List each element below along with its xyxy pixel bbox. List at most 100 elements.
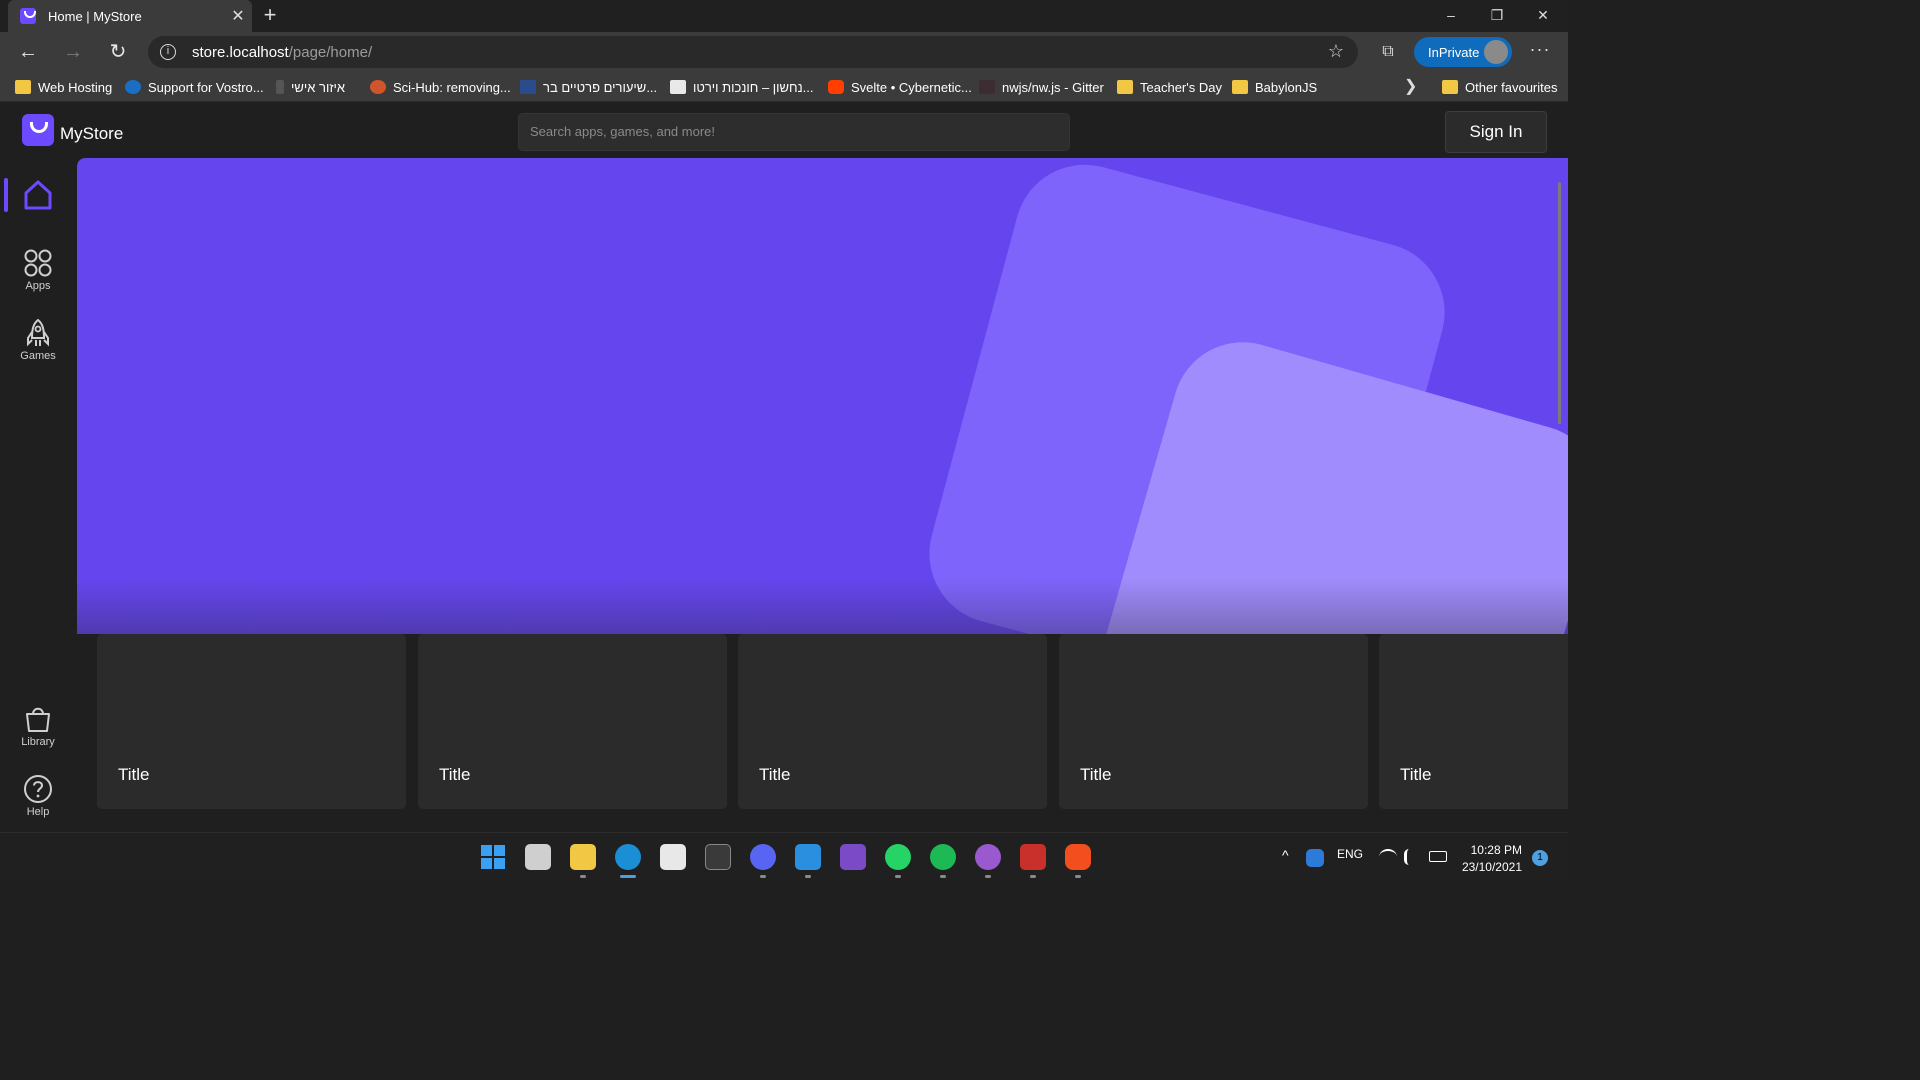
taskbar: ^ ENG 10:28 PM 23/10/2021 1 — [0, 832, 1568, 882]
forward-icon[interactable]: → — [59, 38, 87, 66]
volume-icon[interactable] — [1404, 849, 1420, 865]
home-icon — [24, 180, 52, 210]
bookmark-item[interactable]: Svelte • Cybernetic... — [828, 78, 972, 96]
back-icon[interactable]: ← — [14, 38, 42, 66]
folder-icon — [1232, 80, 1248, 94]
bookmark-item[interactable]: נחשון – חונכות וירטו... — [670, 78, 814, 96]
address-bar[interactable]: i store.localhost/page/home/ ☆ — [148, 36, 1358, 68]
language-indicator[interactable]: ENG — [1337, 847, 1363, 861]
featured-cards: Title Title Title Title Title — [97, 634, 1568, 810]
add-favourite-icon[interactable]: ☆ — [1328, 41, 1344, 62]
sidebar-item-apps[interactable]: Apps — [6, 248, 70, 292]
bookmark-item[interactable]: Web Hosting — [15, 78, 112, 96]
sidebar-item-home[interactable] — [6, 178, 70, 214]
mystore-tab-icon — [20, 8, 36, 24]
bookmark-label: Web Hosting — [38, 79, 113, 95]
bookmark-item[interactable]: Sci-Hub: removing... — [370, 78, 511, 96]
shopping-bag-icon — [26, 707, 50, 732]
wifi-icon[interactable] — [1379, 849, 1397, 865]
featured-card[interactable]: Title — [418, 634, 727, 809]
sidebar-item-library[interactable]: Library — [6, 704, 70, 748]
bookmark-label: Svelte • Cybernetic... — [851, 79, 972, 95]
clock[interactable]: 10:28 PM 23/10/2021 — [1460, 842, 1522, 876]
bookmark-item[interactable]: Support for Vostro... — [125, 78, 264, 96]
spotify-icon[interactable] — [930, 844, 956, 870]
vscode-icon[interactable] — [795, 844, 821, 870]
inprivate-label: InPrivate — [1428, 45, 1480, 60]
start-icon[interactable] — [480, 844, 506, 870]
whatsapp-icon[interactable] — [885, 844, 911, 870]
dell-icon — [125, 80, 141, 94]
sidebar-item-games[interactable]: Games — [6, 318, 70, 362]
profile-avatar — [1484, 40, 1508, 64]
security-shield-icon[interactable] — [1306, 849, 1324, 867]
bookmark-label: איזור אישי — [291, 79, 346, 95]
edge-icon[interactable] — [615, 844, 641, 870]
brand-name[interactable]: MyStore — [60, 124, 123, 144]
sidebar-label-library: Library — [21, 736, 55, 748]
bookmark-item[interactable]: איזור אישי — [276, 78, 345, 96]
browser-tab[interactable]: Home | MyStore ✕ — [8, 0, 252, 32]
terminal-icon[interactable] — [705, 844, 731, 870]
bookmark-item[interactable]: Teacher's Day — [1117, 78, 1222, 96]
chevron-right-icon[interactable]: ❯ — [1404, 76, 1417, 96]
running-indicator — [1075, 875, 1081, 878]
more-options-icon[interactable]: ··· — [1526, 38, 1554, 66]
site-icon — [670, 80, 686, 94]
sidebar-label-games: Games — [20, 350, 56, 362]
file-explorer-icon[interactable] — [570, 844, 596, 870]
github-desktop-icon[interactable] — [975, 844, 1001, 870]
bookmark-item[interactable]: שיעורים פרטיים בר... — [520, 78, 657, 96]
mystore-logo[interactable] — [22, 114, 54, 146]
minimize-icon[interactable]: – — [1428, 0, 1474, 32]
active-indicator — [620, 875, 636, 878]
running-indicator — [760, 875, 766, 878]
featured-card[interactable]: Title — [97, 634, 406, 809]
visual-studio-icon[interactable] — [840, 844, 866, 870]
discord-icon[interactable] — [750, 844, 776, 870]
battery-icon[interactable] — [1429, 851, 1447, 862]
site-info-icon[interactable]: i — [160, 44, 176, 60]
running-indicator — [940, 875, 946, 878]
search-input[interactable]: Search apps, games, and more! — [518, 113, 1070, 151]
card-title: Title — [1080, 765, 1112, 784]
featured-card[interactable]: Title — [1379, 634, 1568, 809]
store-icon[interactable] — [660, 844, 686, 870]
sidebar-item-help[interactable]: Help — [6, 774, 70, 818]
folder-icon — [1442, 80, 1458, 94]
bookmark-label: Teacher's Day — [1140, 79, 1222, 95]
home-content: Title Title Title Title Title — [77, 158, 1568, 832]
hero-banner[interactable] — [77, 158, 1568, 634]
close-window-icon[interactable]: ✕ — [1520, 0, 1566, 32]
running-indicator — [895, 875, 901, 878]
sidebar: Apps Games Library Help — [0, 158, 76, 832]
bookmark-label: Support for Vostro... — [148, 79, 264, 95]
new-tab-button[interactable]: + — [258, 4, 282, 28]
clock-date: 23/10/2021 — [1461, 860, 1522, 874]
close-tab-icon[interactable]: ✕ — [224, 6, 252, 26]
featured-card[interactable]: Title — [738, 634, 1047, 809]
refresh-icon[interactable]: ↻ — [104, 38, 132, 66]
site-icon — [276, 80, 284, 94]
scihub-icon — [370, 80, 386, 94]
running-indicator — [805, 875, 811, 878]
bookmark-item[interactable]: BabylonJS — [1232, 78, 1317, 96]
collections-icon[interactable]: ⧉ — [1374, 38, 1402, 66]
notification-badge[interactable]: 1 — [1532, 850, 1548, 866]
featured-card[interactable]: Title — [1059, 634, 1368, 809]
inprivate-button[interactable]: InPrivate — [1414, 37, 1512, 67]
sign-in-button[interactable]: Sign In — [1445, 111, 1547, 153]
gitter-icon — [979, 80, 995, 94]
restore-icon[interactable]: ❐ — [1474, 0, 1520, 32]
task-view-icon[interactable] — [525, 844, 551, 870]
scrollbar[interactable] — [1558, 182, 1561, 424]
browser-title-bar: Home | MyStore ✕ + – ❐ ✕ — [0, 0, 1568, 32]
url-host: store.localhost — [192, 44, 289, 61]
card-title: Title — [759, 765, 791, 784]
help-icon — [24, 775, 52, 803]
chevron-up-icon[interactable]: ^ — [1282, 847, 1289, 863]
bookmark-item[interactable]: nwjs/nw.js - Gitter — [979, 78, 1104, 96]
figma-icon[interactable] — [1065, 844, 1091, 870]
other-favourites[interactable]: Other favourites — [1442, 78, 1558, 96]
filezilla-icon[interactable] — [1020, 844, 1046, 870]
